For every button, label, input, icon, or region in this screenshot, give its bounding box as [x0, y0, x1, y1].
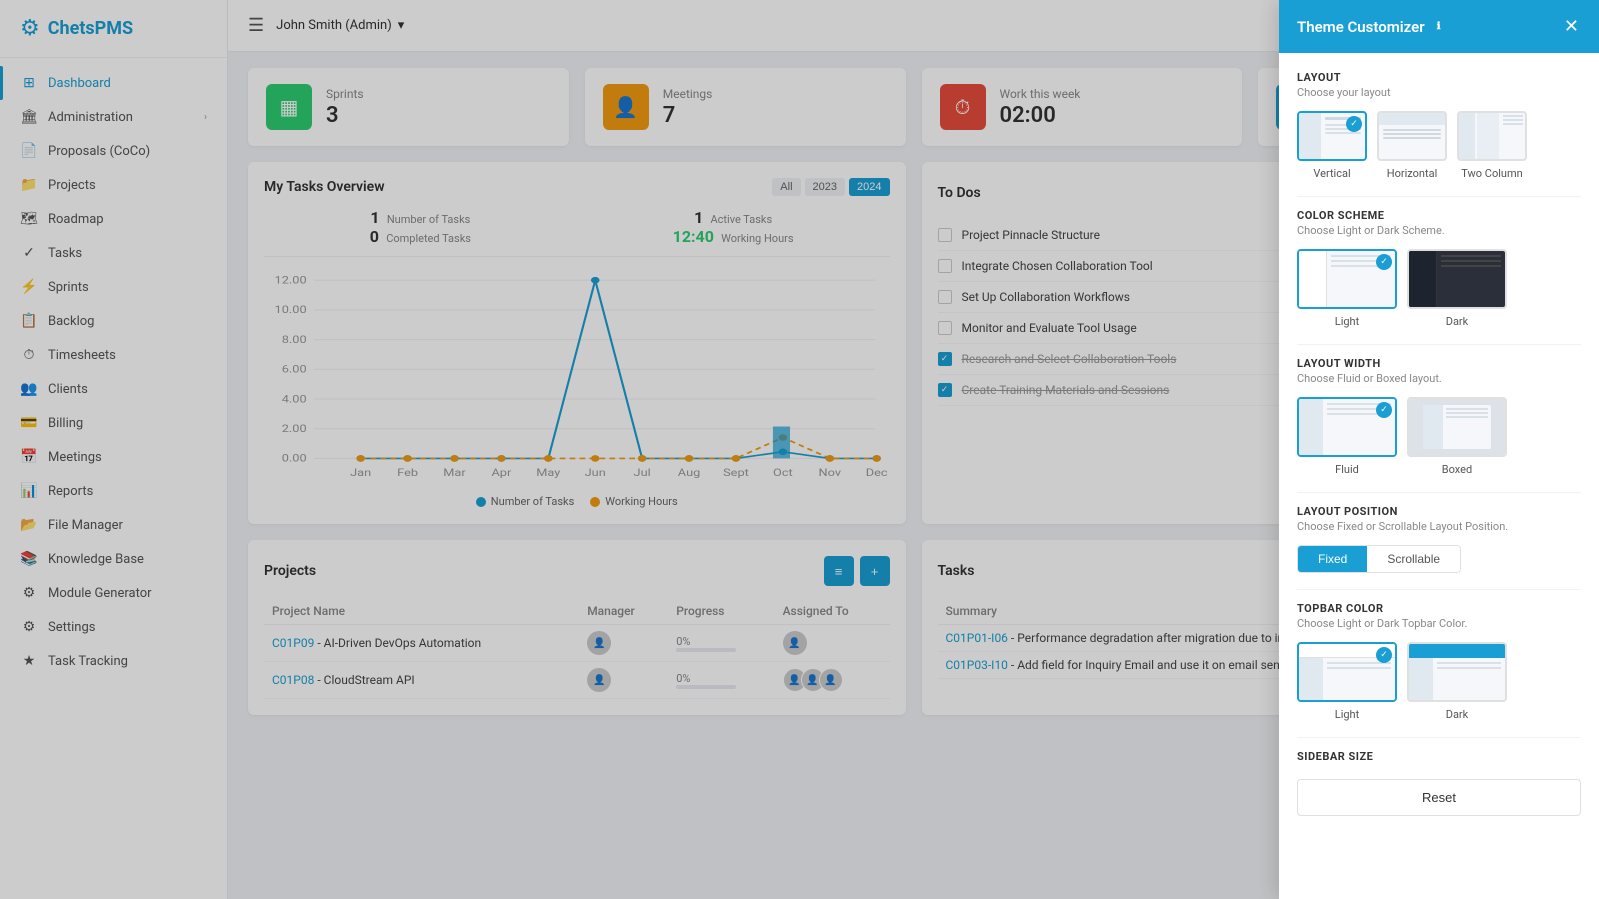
- layout-options: ✓ Vertical: [1297, 111, 1581, 180]
- layout-width-desc: Choose Fluid or Boxed layout.: [1297, 372, 1581, 385]
- customizer-header: Theme Customizer ℹ ✕: [1279, 0, 1599, 53]
- layout-thumb-horizontal: [1377, 111, 1447, 161]
- selected-check-icon: ✓: [1376, 647, 1392, 663]
- customizer-panel: Theme Customizer ℹ ✕ LAYOUT Choose your …: [1279, 0, 1599, 899]
- width-thumb-boxed: [1407, 397, 1507, 457]
- selected-check-icon: ✓: [1376, 402, 1392, 418]
- color-scheme-desc: Choose Light or Dark Scheme.: [1297, 224, 1581, 237]
- color-scheme-label: COLOR SCHEME: [1297, 209, 1581, 222]
- layout-position-label: LAYOUT POSITION: [1297, 505, 1581, 518]
- width-option-fluid[interactable]: ✓ Fluid: [1297, 397, 1397, 476]
- customizer-title-text: Theme Customizer: [1297, 18, 1425, 36]
- layout-thumb-vertical: ✓: [1297, 111, 1367, 161]
- topbar-option-dark[interactable]: Dark: [1407, 642, 1507, 721]
- topbar-options: ✓ Light: [1297, 642, 1581, 721]
- layout-option-horizontal[interactable]: Horizontal: [1377, 111, 1447, 180]
- customizer-title: Theme Customizer ℹ: [1297, 18, 1447, 36]
- layout-option-label: Two Column: [1461, 167, 1522, 180]
- layout-option-vertical[interactable]: ✓ Vertical: [1297, 111, 1367, 180]
- selected-check-icon: ✓: [1376, 254, 1392, 270]
- layout-option-two-column[interactable]: Two Column: [1457, 111, 1527, 180]
- customizer-close-button[interactable]: ✕: [1562, 14, 1581, 39]
- position-fixed-btn[interactable]: Fixed: [1298, 546, 1367, 572]
- color-thumb-light: ✓: [1297, 249, 1397, 309]
- color-thumb-dark: [1407, 249, 1507, 309]
- color-option-light[interactable]: ✓ Light: [1297, 249, 1397, 328]
- width-option-label: Boxed: [1442, 463, 1472, 476]
- layout-option-label: Vertical: [1313, 167, 1350, 180]
- topbar-option-light[interactable]: ✓ Light: [1297, 642, 1397, 721]
- topbar-option-label: Light: [1335, 708, 1359, 721]
- layout-thumb-two-column: [1457, 111, 1527, 161]
- layout-section-desc: Choose your layout: [1297, 86, 1581, 99]
- color-option-dark[interactable]: Dark: [1407, 249, 1507, 328]
- color-options: ✓ Light: [1297, 249, 1581, 328]
- topbar-color-label: TOPBAR COLOR: [1297, 602, 1581, 615]
- color-option-label: Light: [1335, 315, 1359, 328]
- reset-button[interactable]: Reset: [1297, 779, 1581, 816]
- layout-option-label: Horizontal: [1387, 167, 1438, 180]
- color-option-label: Dark: [1446, 315, 1469, 328]
- width-thumb-fluid: ✓: [1297, 397, 1397, 457]
- selected-check-icon: ✓: [1346, 116, 1362, 132]
- customizer-body: LAYOUT Choose your layout ✓: [1279, 53, 1599, 899]
- topbar-color-desc: Choose Light or Dark Topbar Color.: [1297, 617, 1581, 630]
- width-option-label: Fluid: [1335, 463, 1359, 476]
- layout-width-label: LAYOUT WIDTH: [1297, 357, 1581, 370]
- customizer-info-icon: ℹ: [1431, 19, 1447, 35]
- position-toggle: Fixed Scrollable: [1297, 545, 1461, 573]
- sidebar-size-label: SIDEBAR SIZE: [1297, 750, 1581, 763]
- topbar-thumb-dark: [1407, 642, 1507, 702]
- layout-section-label: LAYOUT: [1297, 71, 1581, 84]
- layout-position-desc: Choose Fixed or Scrollable Layout Positi…: [1297, 520, 1581, 533]
- width-option-boxed[interactable]: Boxed: [1407, 397, 1507, 476]
- position-scrollable-btn[interactable]: Scrollable: [1367, 546, 1460, 572]
- width-options: ✓ Fluid: [1297, 397, 1581, 476]
- topbar-thumb-light: ✓: [1297, 642, 1397, 702]
- topbar-option-label: Dark: [1446, 708, 1469, 721]
